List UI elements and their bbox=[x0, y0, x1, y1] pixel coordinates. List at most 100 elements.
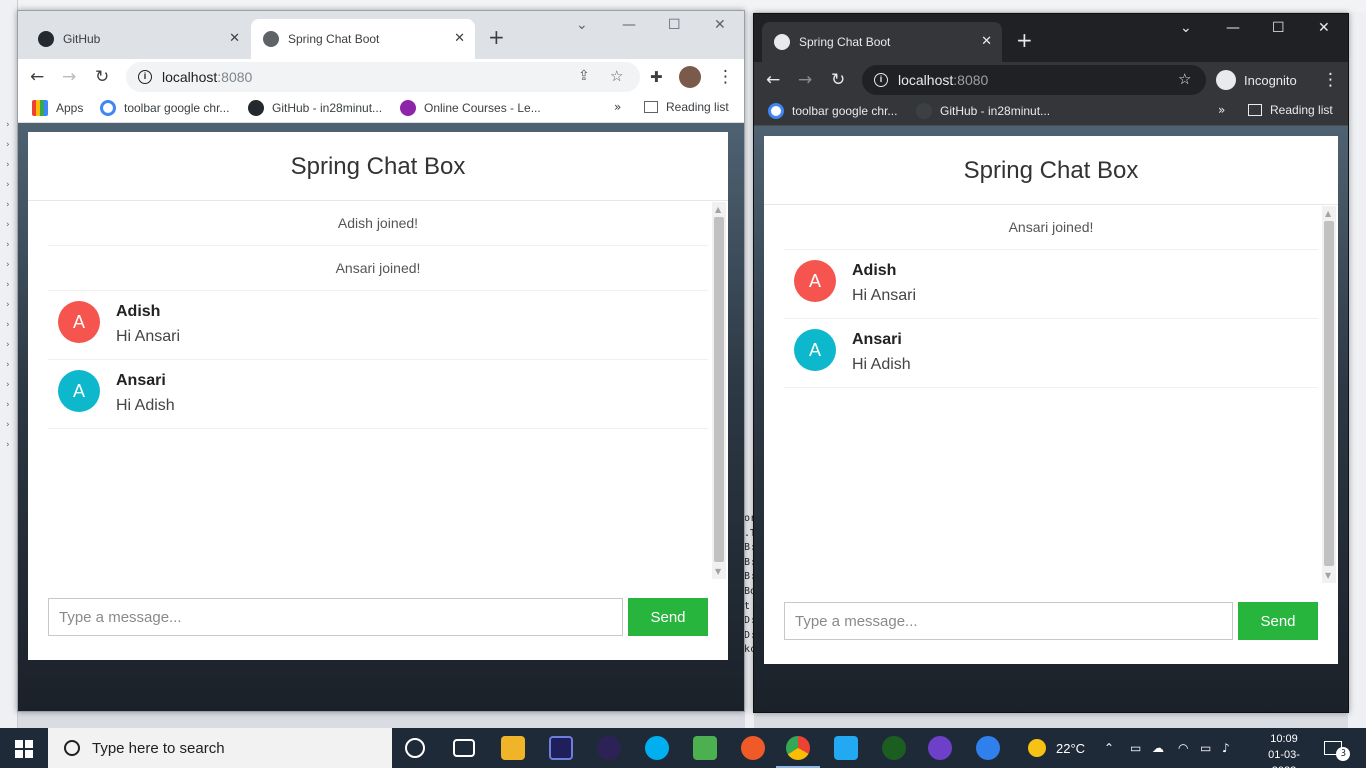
vscode-icon[interactable] bbox=[834, 736, 858, 760]
scroll-down-icon[interactable]: ▼ bbox=[715, 567, 721, 576]
address-bar[interactable]: i localhost:8080 ⇪ ☆ bbox=[126, 62, 640, 92]
close-icon[interactable]: ✕ bbox=[229, 31, 240, 47]
site-info-icon[interactable]: i bbox=[874, 73, 888, 87]
tree-expand-icon[interactable]: › bbox=[6, 340, 10, 350]
tree-expand-icon[interactable]: › bbox=[6, 240, 10, 250]
weather-widget[interactable]: 22°C bbox=[1028, 728, 1085, 768]
maximize-button[interactable]: ☐ bbox=[668, 17, 681, 33]
onedrive-icon[interactable]: ☁ bbox=[1152, 728, 1164, 768]
close-icon[interactable]: ✕ bbox=[981, 34, 992, 50]
send-button[interactable]: Send bbox=[1238, 602, 1318, 640]
forward-button[interactable]: → bbox=[798, 70, 812, 90]
back-button[interactable]: ← bbox=[766, 70, 780, 90]
reading-list-label: Reading list bbox=[666, 100, 729, 114]
scroll-thumb[interactable] bbox=[1324, 221, 1334, 566]
chrome-icon[interactable] bbox=[776, 736, 820, 768]
tree-expand-icon[interactable]: › bbox=[6, 320, 10, 330]
tree-expand-icon[interactable]: › bbox=[6, 300, 10, 310]
more-bookmarks-icon[interactable]: » bbox=[614, 100, 621, 114]
message-input[interactable] bbox=[48, 598, 623, 636]
tree-expand-icon[interactable]: › bbox=[6, 160, 10, 170]
scroll-up-icon[interactable]: ▲ bbox=[715, 205, 721, 214]
scroll-thumb[interactable] bbox=[714, 217, 724, 562]
reading-list-button[interactable]: Reading list bbox=[644, 100, 729, 114]
start-button[interactable] bbox=[0, 728, 48, 768]
tree-expand-icon[interactable]: › bbox=[6, 140, 10, 150]
bookmark-toolbar-google[interactable]: toolbar google chr... bbox=[100, 100, 229, 116]
new-tab-button[interactable]: + bbox=[488, 27, 505, 47]
site-info-icon[interactable]: i bbox=[138, 70, 152, 84]
forward-button[interactable]: → bbox=[62, 67, 76, 87]
more-bookmarks-icon[interactable]: » bbox=[1218, 103, 1225, 117]
close-window-button[interactable]: ✕ bbox=[1318, 20, 1330, 36]
send-button[interactable]: Send bbox=[628, 598, 708, 636]
bookmark-online-courses[interactable]: Online Courses - Le... bbox=[400, 100, 541, 116]
scroll-up-icon[interactable]: ▲ bbox=[1325, 209, 1331, 218]
reload-button[interactable]: ↻ bbox=[831, 70, 845, 90]
skype-icon[interactable] bbox=[645, 736, 669, 760]
taskbar-search[interactable]: Type here to search bbox=[48, 728, 392, 768]
eclipse-icon[interactable] bbox=[597, 736, 621, 760]
bookmark-star-icon[interactable]: ☆ bbox=[610, 67, 623, 85]
bookmark-github[interactable]: GitHub - in28minut... bbox=[916, 103, 1050, 119]
postman-icon[interactable] bbox=[741, 736, 765, 760]
extensions-icon[interactable]: ✚ bbox=[650, 67, 663, 87]
reload-button[interactable]: ↻ bbox=[95, 67, 109, 87]
tree-expand-icon[interactable]: › bbox=[6, 420, 10, 430]
share-icon[interactable]: ⇪ bbox=[578, 68, 590, 84]
help-icon[interactable] bbox=[976, 736, 1000, 760]
maximize-button[interactable]: ☐ bbox=[1272, 20, 1285, 36]
message-sender: Adish bbox=[116, 303, 161, 320]
hackerrank-icon[interactable] bbox=[882, 736, 906, 760]
address-bar[interactable]: i localhost:8080 ☆ bbox=[862, 65, 1206, 95]
tab-spring-chat-boot[interactable]: Spring Chat Boot ✕ bbox=[251, 19, 475, 59]
tree-expand-icon[interactable]: › bbox=[6, 200, 10, 210]
close-window-button[interactable]: ✕ bbox=[714, 17, 726, 33]
message-scrollbar[interactable]: ▲ ▼ bbox=[1322, 206, 1336, 583]
tab-search-icon[interactable]: ⌄ bbox=[576, 17, 588, 33]
tree-expand-icon[interactable]: › bbox=[6, 380, 10, 390]
volume-icon[interactable]: ♪ bbox=[1222, 728, 1230, 768]
bookmark-toolbar-google[interactable]: toolbar google chr... bbox=[768, 103, 897, 119]
reading-list-button[interactable]: Reading list bbox=[1248, 103, 1333, 117]
file-explorer-icon[interactable] bbox=[501, 736, 525, 760]
tab-search-icon[interactable]: ⌄ bbox=[1180, 20, 1192, 36]
bookmark-github[interactable]: GitHub - in28minut... bbox=[248, 100, 382, 116]
tab-github[interactable]: GitHub ✕ bbox=[26, 19, 250, 59]
github-desktop-icon[interactable] bbox=[928, 736, 952, 760]
avatar[interactable] bbox=[679, 66, 701, 88]
wifi-icon[interactable]: ◠ bbox=[1178, 728, 1188, 768]
tree-expand-icon[interactable]: › bbox=[6, 260, 10, 270]
back-button[interactable]: ← bbox=[30, 67, 44, 87]
show-hidden-icons[interactable]: ⌃ bbox=[1104, 728, 1114, 768]
minimize-button[interactable]: — bbox=[622, 17, 636, 33]
tree-expand-icon[interactable]: › bbox=[6, 400, 10, 410]
tree-expand-icon[interactable]: › bbox=[6, 280, 10, 290]
minimize-button[interactable]: — bbox=[1226, 20, 1240, 36]
notification-center[interactable]: 3 bbox=[1324, 728, 1350, 768]
meet-now-icon[interactable]: ▭ bbox=[1130, 728, 1141, 768]
tree-expand-icon[interactable]: › bbox=[6, 220, 10, 230]
message-scrollbar[interactable]: ▲ ▼ bbox=[712, 202, 726, 579]
tab-strip: Spring Chat Boot ✕ + ⌄ — ☐ ✕ bbox=[754, 14, 1348, 62]
menu-kebab-icon[interactable]: ⋮ bbox=[717, 67, 734, 87]
incognito-badge[interactable]: Incognito bbox=[1216, 67, 1297, 93]
close-icon[interactable]: ✕ bbox=[454, 31, 465, 47]
battery-icon[interactable]: ▭ bbox=[1200, 728, 1211, 768]
bookmark-star-icon[interactable]: ☆ bbox=[1178, 70, 1191, 88]
tree-expand-icon[interactable]: › bbox=[6, 440, 10, 450]
taskbar-clock[interactable]: 10:09 01-03-2022 bbox=[1258, 731, 1310, 768]
cortana-icon[interactable] bbox=[405, 738, 425, 758]
tree-expand-icon[interactable]: › bbox=[6, 120, 10, 130]
intellij-icon[interactable] bbox=[549, 736, 573, 760]
menu-kebab-icon[interactable]: ⋮ bbox=[1322, 70, 1339, 90]
scroll-down-icon[interactable]: ▼ bbox=[1325, 571, 1331, 580]
bookmark-apps[interactable]: Apps bbox=[32, 100, 83, 116]
notepad-plus-icon[interactable] bbox=[693, 736, 717, 760]
task-view-icon[interactable] bbox=[453, 739, 475, 757]
tree-expand-icon[interactable]: › bbox=[6, 360, 10, 370]
new-tab-button[interactable]: + bbox=[1016, 30, 1033, 50]
tree-expand-icon[interactable]: › bbox=[6, 180, 10, 190]
message-input[interactable] bbox=[784, 602, 1233, 640]
tab-spring-chat-boot[interactable]: Spring Chat Boot ✕ bbox=[762, 22, 1002, 62]
